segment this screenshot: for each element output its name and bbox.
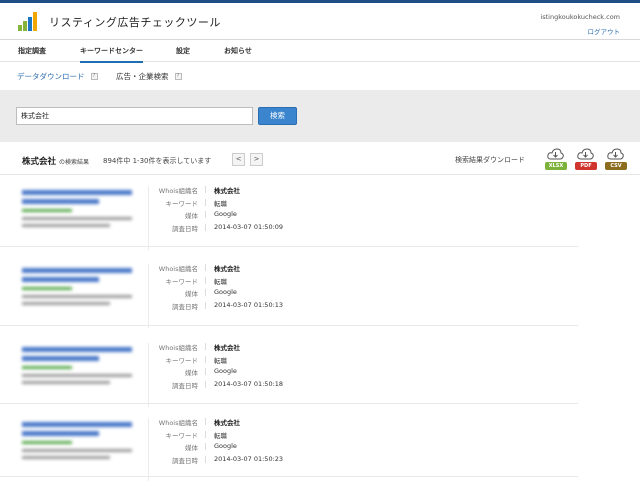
ad-preview-blurred — [22, 268, 132, 322]
result-row: Whois組織名 株式会社 キーワード 転職 媒体 Google 調査日時 2014-0… — [0, 410, 640, 481]
cloud-download-icon — [577, 148, 594, 160]
next-page-button[interactable]: > — [250, 153, 263, 166]
nav-item-keyword-center[interactable]: キーワードセンター — [80, 46, 143, 63]
bar-chart-logo-icon — [18, 11, 40, 31]
cloud-download-icon — [607, 148, 624, 160]
logout-link[interactable]: ログアウト — [588, 26, 621, 36]
date-value: 2014-03-07 01:50:09 — [214, 222, 284, 231]
field-label: Whois組織名 — [158, 265, 198, 273]
results-suffix: の検索結果 — [59, 159, 90, 166]
row-divider — [0, 476, 578, 477]
media-value: Google — [214, 367, 237, 375]
keyword-value: 転職 — [214, 356, 227, 365]
field-label: Whois組織名 — [158, 187, 198, 195]
field-label: Whois組織名 — [158, 419, 198, 427]
download-csv-button[interactable]: CSV — [605, 147, 627, 173]
field-label: 媒体 — [185, 369, 198, 377]
field-label: キーワード — [165, 199, 199, 208]
date-value: 2014-03-07 01:50:23 — [214, 454, 284, 463]
keyword-value: 転職 — [214, 277, 227, 286]
date-value: 2014-03-07 01:50:13 — [214, 300, 284, 309]
cloud-download-icon — [547, 148, 564, 160]
result-row: Whois組織名 株式会社 キーワード 転職 媒体 Google 調査日時 2014-0… — [0, 335, 640, 413]
field-label: キーワード — [165, 431, 199, 440]
result-row: Whois組織名 株式会社 キーワード 転職 媒体 Google 調査日時 2014-0… — [0, 256, 640, 334]
ad-preview-blurred — [22, 347, 132, 401]
download-label: 検索結果ダウンロード — [455, 156, 525, 164]
prev-page-button[interactable]: < — [232, 153, 245, 166]
results-count: 894件中 1-30件を表示しています — [103, 157, 212, 165]
search-button[interactable]: 検索 — [258, 107, 297, 125]
results-keyword: 株式会社 — [22, 157, 57, 167]
whois-value: 株式会社 — [214, 419, 240, 427]
column-divider — [148, 343, 149, 407]
main-nav: 指定調査 キーワードセンター 設定 お知らせ — [0, 41, 640, 63]
pdf-badge: PDF — [575, 162, 597, 170]
download-pdf-button[interactable]: PDF — [575, 147, 597, 173]
nav-item-settings[interactable]: 設定 — [176, 46, 190, 56]
column-divider — [148, 418, 149, 481]
help-icon[interactable]: ? — [174, 73, 182, 80]
site-domain: istingkoukokucheck.com — [540, 13, 620, 21]
subnav-item-data-download[interactable]: データダウンロード ? — [17, 71, 98, 82]
field-label: 媒体 — [185, 290, 198, 298]
field-label: 調査日時 — [172, 456, 198, 465]
field-label: 媒体 — [185, 212, 198, 220]
csv-badge: CSV — [605, 162, 627, 170]
app-header: リスティング広告チェックツール istingkoukokucheck.com ロ… — [0, 3, 640, 40]
subnav-label: 広告・企業検索 — [116, 72, 169, 81]
field-label: 調査日時 — [172, 381, 198, 390]
nav-item-news[interactable]: お知らせ — [224, 46, 252, 56]
field-label: 調査日時 — [172, 224, 198, 233]
row-divider — [0, 325, 578, 326]
search-input[interactable] — [16, 107, 253, 125]
app-title: リスティング広告チェックツール — [49, 16, 221, 29]
nav-item-survey[interactable]: 指定調査 — [18, 46, 46, 56]
row-divider — [0, 246, 578, 247]
download-xlsx-button[interactable]: XLSX — [545, 147, 567, 173]
field-label: 調査日時 — [172, 302, 198, 311]
media-value: Google — [214, 210, 237, 218]
sub-nav: データダウンロード ? 広告・企業検索 ? — [0, 63, 640, 89]
keyword-value: 転職 — [214, 431, 227, 440]
subnav-item-ad-search[interactable]: 広告・企業検索 ? — [116, 71, 182, 82]
media-value: Google — [214, 288, 237, 296]
ad-preview-blurred — [22, 422, 132, 476]
results-header: 株式会社 の検索結果 894件中 1-30件を表示しています < > 検索結果ダ… — [0, 143, 640, 175]
row-divider — [0, 403, 578, 404]
date-value: 2014-03-07 01:50:18 — [214, 379, 284, 388]
column-divider — [148, 264, 149, 328]
whois-value: 株式会社 — [214, 187, 240, 195]
keyword-value: 転職 — [214, 199, 227, 208]
media-value: Google — [214, 442, 237, 450]
help-icon[interactable]: ? — [90, 73, 98, 80]
result-row: Whois組織名 株式会社 キーワード 転職 媒体 Google 調査日時 2014-0… — [0, 178, 640, 256]
ad-preview-blurred — [22, 190, 132, 244]
field-label: 媒体 — [185, 444, 198, 452]
field-label: キーワード — [165, 356, 199, 365]
whois-value: 株式会社 — [214, 265, 240, 273]
subnav-label: データダウンロード — [17, 72, 85, 81]
field-label: キーワード — [165, 277, 199, 286]
search-area: 検索 — [0, 90, 640, 142]
column-divider — [148, 186, 149, 250]
whois-value: 株式会社 — [214, 344, 240, 352]
field-label: Whois組織名 — [158, 344, 198, 352]
xlsx-badge: XLSX — [545, 162, 567, 170]
